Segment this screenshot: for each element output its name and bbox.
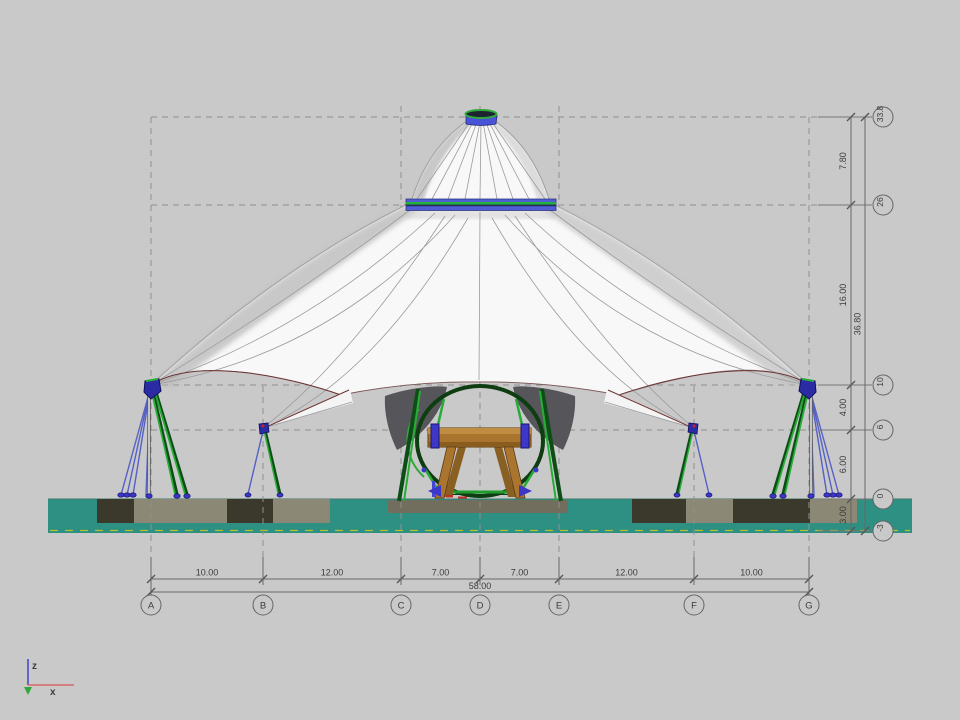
ring-joint <box>422 468 427 473</box>
grid-bubble-label-c: C <box>398 601 405 612</box>
foundation-block <box>632 499 686 523</box>
dim-label-span: 12.00 <box>321 568 344 578</box>
red-fitting <box>693 425 696 428</box>
dim-label-span: 4.00 <box>838 399 848 417</box>
foundation-block <box>273 499 330 523</box>
dim-label-span: 12.00 <box>615 568 638 578</box>
ring-joint <box>534 468 539 473</box>
foundation-block <box>810 499 857 523</box>
level-bubble-label: 10 <box>875 377 885 387</box>
grid-bubble-label-d: D <box>477 601 484 612</box>
level-bubble-label: 33.8 <box>875 105 885 122</box>
red-marker <box>446 495 453 498</box>
apex-cap <box>466 110 498 126</box>
dim-label-span: 16.00 <box>838 284 848 307</box>
level-bubble-label: 6 <box>875 424 885 429</box>
center-platform <box>388 500 568 513</box>
level-bubble-label: 26 <box>875 197 885 207</box>
red-marker <box>458 497 467 499</box>
foundation-block <box>733 499 810 523</box>
level-bubble-label: -3 <box>875 524 885 532</box>
beam-end-plate <box>521 424 529 448</box>
grid-bubble-label-b: B <box>260 601 266 612</box>
ground-anchor <box>245 493 251 497</box>
table-beam-top <box>428 428 531 434</box>
dim-label-total: 36.80 <box>853 313 863 336</box>
x-axis-label: x <box>50 687 56 698</box>
dim-label-span: 6.00 <box>838 456 848 474</box>
dim-label-span: 3.00 <box>838 506 848 524</box>
elevation-drawing: 10.00 12.00 7.00 7.00 12.00 10.00 58.00 A B C D E F G… <box>0 0 960 720</box>
dim-label-span: 10.00 <box>740 568 763 578</box>
grid-bubble-label-f: F <box>691 601 697 612</box>
ground-anchor <box>706 493 712 497</box>
grid-bubble-label-g: G <box>805 601 812 612</box>
dim-label-total: 58.00 <box>469 581 492 591</box>
dim-label-span: 7.00 <box>511 568 529 578</box>
table-beam-bottom <box>428 442 531 447</box>
dim-label-span: 10.00 <box>196 568 219 578</box>
ground-anchor <box>674 493 680 497</box>
grid-bubble-label-a: A <box>148 601 155 612</box>
level-bubble-label: 0 <box>875 493 885 498</box>
foundation-block <box>686 499 733 523</box>
cad-drawing-viewport[interactable]: 10.00 12.00 7.00 7.00 12.00 10.00 58.00 A B C D E F G… <box>0 0 960 720</box>
tension-ring-band <box>406 199 556 211</box>
under-band-shade <box>406 210 556 219</box>
ground-anchor <box>277 493 283 497</box>
foundation-block <box>134 499 227 523</box>
head-plate <box>259 423 269 434</box>
grid-bubble-label-e: E <box>556 601 562 612</box>
head-plate <box>688 423 698 434</box>
beam-end-plate <box>431 424 439 448</box>
z-axis-label: z <box>32 661 37 672</box>
foundation-block <box>227 499 273 523</box>
dim-label-span: 7.80 <box>838 152 848 170</box>
red-fitting <box>262 425 265 428</box>
dim-label-span: 7.00 <box>432 568 450 578</box>
foundation-block <box>97 499 134 523</box>
